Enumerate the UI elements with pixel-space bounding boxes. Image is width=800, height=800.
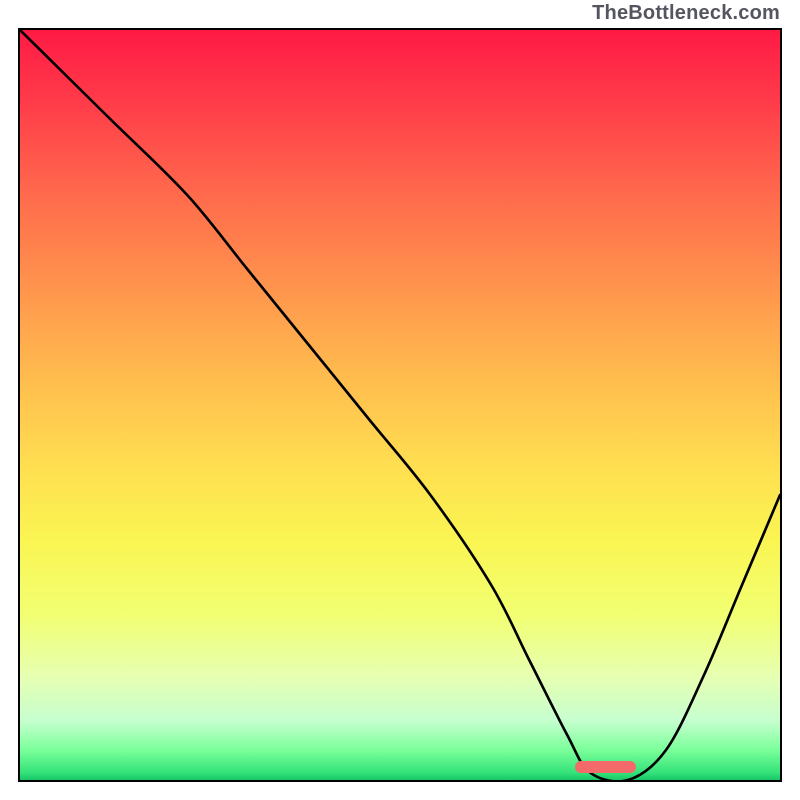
watermark-text: TheBottleneck.com (592, 2, 780, 25)
chart-container: TheBottleneck.com (0, 0, 800, 800)
optimum-marker (575, 761, 636, 773)
gradient-background (20, 30, 780, 780)
plot-area (18, 28, 782, 782)
